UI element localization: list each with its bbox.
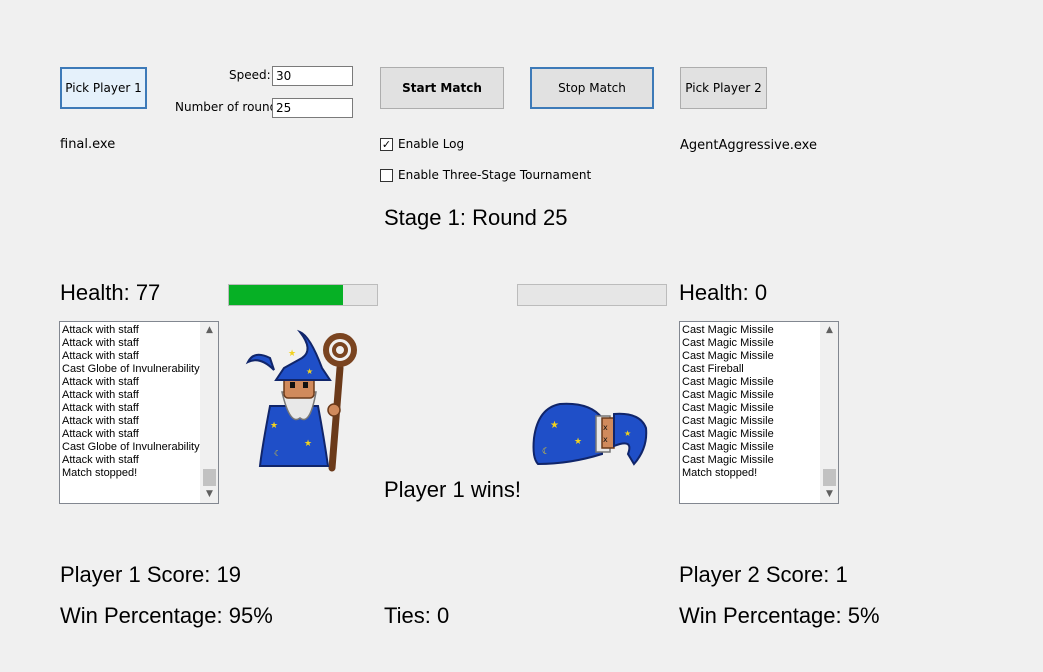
scroll-up-icon[interactable]: ▲ [201, 322, 218, 339]
enable-log-checkbox[interactable]: ✓ [380, 138, 393, 151]
player2-log-line: Cast Magic Missile [682, 337, 774, 349]
player1-log-line: Attack with staff [62, 337, 139, 349]
scroll-up-icon[interactable]: ▲ [821, 322, 838, 339]
svg-text:★: ★ [304, 439, 312, 449]
scroll-thumb[interactable] [823, 469, 836, 486]
enable-tournament-label[interactable]: Enable Three-Stage Tournament [398, 168, 591, 182]
player1-log-line: Attack with staff [62, 350, 139, 362]
rounds-input[interactable] [272, 98, 353, 118]
player2-exe-label: AgentAggressive.exe [680, 138, 817, 153]
svg-text:x: x [603, 423, 608, 432]
enable-log-label[interactable]: Enable Log [398, 137, 464, 151]
player2-log-line: Match stopped! [682, 467, 758, 479]
player1-health-bar [228, 284, 378, 306]
player2-score-label: Player 2 Score: 1 [679, 562, 848, 587]
player2-log-line: Cast Fireball [682, 363, 744, 375]
player1-health-label: Health: 77 [60, 280, 161, 305]
player1-log-line: Attack with staff [62, 376, 139, 388]
player1-log-line: Attack with staff [62, 402, 139, 414]
player2-log-scrollbar[interactable]: ▲ ▼ [820, 322, 838, 503]
match-result-label: Player 1 wins! [384, 477, 521, 502]
player1-log-line: Attack with staff [62, 454, 139, 466]
svg-text:x: x [603, 435, 608, 444]
player2-log-line: Cast Magic Missile [682, 376, 774, 388]
rounds-label: Number of rounds: [175, 100, 288, 114]
player2-wizard-defeated-icon: x x ★ ★ ☾ ★ [532, 402, 648, 466]
player1-log-line: Attack with staff [62, 324, 139, 336]
player1-health-fill [229, 285, 343, 305]
scroll-down-icon[interactable]: ▼ [201, 486, 218, 503]
ties-label: Ties: 0 [384, 603, 450, 628]
player1-log-line: Attack with staff [62, 389, 139, 401]
player2-log-line: Cast Magic Missile [682, 428, 774, 440]
player1-log-line: Cast Globe of Invulnerability [62, 363, 200, 375]
player2-log-line: Cast Magic Missile [682, 324, 774, 336]
player1-win-percentage: Win Percentage: 95% [60, 603, 273, 628]
player1-log-line: Match stopped! [62, 467, 138, 479]
player2-log-line: Cast Magic Missile [682, 389, 774, 401]
player1-log-line: Attack with staff [62, 428, 139, 440]
enable-tournament-checkbox[interactable] [380, 169, 393, 182]
player2-win-percentage: Win Percentage: 5% [679, 603, 880, 628]
player1-score-label: Player 1 Score: 19 [60, 562, 241, 587]
player2-log-line: Cast Magic Missile [682, 402, 774, 414]
player2-log-line: Cast Magic Missile [682, 350, 774, 362]
player2-log-line: Cast Magic Missile [682, 415, 774, 427]
player1-log-scrollbar[interactable]: ▲ ▼ [200, 322, 218, 503]
player1-log-line: Cast Globe of Invulnerability [62, 441, 200, 453]
player1-log-lines: Attack with staff Attack with staff Attack… [62, 324, 200, 480]
player2-health-label: Health: 0 [679, 280, 768, 305]
stop-match-button[interactable]: Stop Match [530, 67, 654, 109]
player2-health-bar [517, 284, 667, 306]
svg-text:★: ★ [270, 421, 278, 431]
player2-log-lines: Cast Magic Missile Cast Magic Missile Cast… [682, 324, 820, 480]
scroll-down-icon[interactable]: ▼ [821, 486, 838, 503]
svg-text:★: ★ [550, 420, 559, 431]
pick-player1-button[interactable]: Pick Player 1 [60, 67, 147, 109]
svg-text:☾: ☾ [274, 449, 281, 458]
start-match-button[interactable]: Start Match [380, 67, 504, 109]
scroll-thumb[interactable] [203, 469, 216, 486]
speed-label: Speed: [229, 68, 271, 82]
player1-log-line: Attack with staff [62, 415, 139, 427]
player1-log[interactable]: Attack with staff Attack with staff Attack… [59, 321, 219, 504]
pick-player2-button[interactable]: Pick Player 2 [680, 67, 767, 109]
speed-input[interactable] [272, 66, 353, 86]
svg-text:★: ★ [624, 429, 631, 438]
svg-text:★: ★ [306, 367, 313, 376]
player2-log[interactable]: Cast Magic Missile Cast Magic Missile Cast… [679, 321, 839, 504]
player1-wizard-icon: ★ ★ ★ ★ ☾ [245, 329, 357, 472]
player1-exe-label: final.exe [60, 137, 116, 152]
player2-log-line: Cast Magic Missile [682, 441, 774, 453]
player2-log-line: Cast Magic Missile [682, 454, 774, 466]
svg-text:★: ★ [574, 437, 582, 447]
svg-text:★: ★ [288, 349, 296, 359]
stage-round-label: Stage 1: Round 25 [384, 205, 568, 230]
svg-text:☾: ☾ [542, 447, 550, 457]
